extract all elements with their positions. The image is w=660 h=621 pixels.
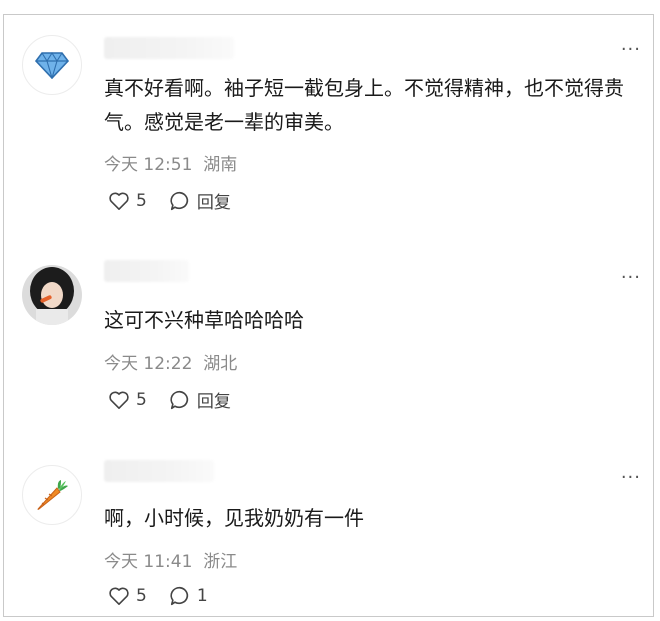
like-count: 5 [136,586,147,606]
comment-text: 啊，小时候，见我奶奶有一件 [104,506,364,530]
comment-list: ··· 真不好看啊。袖子短一截包身上。不觉得精神，也不觉得贵气。感觉是老一辈的审… [3,14,654,617]
username-redacted [104,460,214,482]
comment-location: 浙江 [203,552,238,572]
avatar[interactable] [22,265,82,325]
username-redacted [104,37,234,59]
avatar[interactable] [22,35,82,95]
comment-location: 湖北 [203,354,238,374]
reply-label: 回复 [196,392,231,412]
username-redacted [104,260,189,282]
heart-icon [109,391,129,409]
like-button[interactable]: 5 [108,586,147,606]
comment-meta: 今天 12:22 湖北 [104,349,237,374]
like-button[interactable]: 5 [108,390,147,410]
comment-date: 今天 11:41 [104,552,193,572]
reply-button[interactable]: 1 [169,585,208,607]
avatar[interactable] [22,465,82,525]
comment-bubble-icon [170,191,188,210]
comment-text: 真不好看啊。袖子短一截包身上。不觉得精神，也不觉得贵气。感觉是老一辈的审美。 [104,76,624,134]
reply-count: 1 [196,586,208,606]
comment-meta: 今天 12:51 湖南 [104,150,237,175]
comment-text: 这可不兴种草哈哈哈哈 [104,308,304,332]
user-photo [22,265,82,325]
like-button[interactable]: 5 [108,191,147,211]
more-options-icon[interactable]: ··· [621,269,641,287]
more-options-icon[interactable]: ··· [621,41,641,59]
comment-bubble-icon [170,586,188,606]
reply-button[interactable]: 回复 [169,387,231,412]
like-count: 5 [136,190,147,211]
carrot-icon [37,480,68,510]
heart-icon [109,587,129,605]
comment-location: 湖南 [203,155,238,175]
heart-icon [109,192,129,210]
diamond-icon [35,51,69,79]
comment-bubble-icon [170,390,188,409]
comment-meta: 今天 11:41 浙江 [104,547,237,572]
comment-date: 今天 12:22 [104,354,193,374]
like-count: 5 [136,389,147,410]
reply-label: 回复 [196,193,231,213]
more-options-icon[interactable]: ··· [621,469,641,487]
comment-date: 今天 12:51 [104,155,193,175]
reply-button[interactable]: 回复 [169,188,231,213]
